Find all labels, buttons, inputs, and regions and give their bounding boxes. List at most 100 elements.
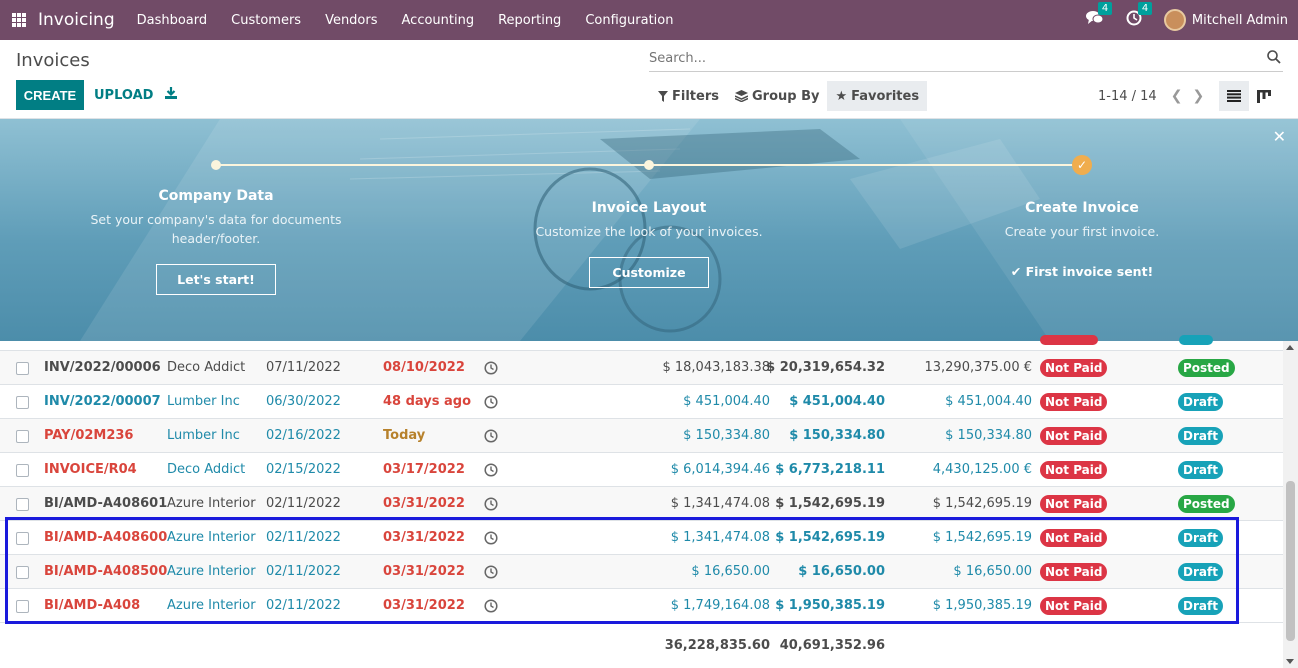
pager-previous-icon[interactable]: ❮ bbox=[1171, 88, 1183, 104]
table-row[interactable]: INV/2022/00006 Deco Addict 07/11/2022 08/10… bbox=[0, 351, 1283, 385]
menu-dashboard[interactable]: Dashboard bbox=[137, 13, 208, 28]
table-row[interactable]: INV/2022/00007 Lumber Inc 06/30/2022 48 day… bbox=[0, 385, 1283, 419]
payment-status-badge: Not Paid bbox=[1040, 359, 1108, 377]
activity-clock-icon[interactable] bbox=[484, 531, 498, 545]
pager: 1-14 / 14 ❮ ❯ bbox=[1098, 88, 1204, 104]
activity-clock-icon[interactable] bbox=[484, 463, 498, 477]
partner-name: Azure Interior bbox=[167, 496, 256, 511]
scroll-up-icon[interactable] bbox=[1286, 345, 1294, 350]
partner-name: Deco Addict bbox=[167, 360, 246, 375]
favorites-button[interactable]: ★ Favorites bbox=[827, 81, 928, 111]
step-title: Company Data bbox=[158, 188, 274, 204]
list-view-button[interactable] bbox=[1219, 81, 1249, 111]
app-name[interactable]: Invoicing bbox=[38, 10, 115, 30]
partner-name: Deco Addict bbox=[167, 462, 246, 477]
table-row[interactable]: PAY/02M236 Lumber Inc 02/16/2022 Today $ 150… bbox=[0, 419, 1283, 453]
row-checkbox[interactable] bbox=[16, 464, 29, 477]
user-avatar[interactable] bbox=[1163, 9, 1186, 31]
invoice-date: 02/11/2022 bbox=[266, 564, 341, 579]
upload-button[interactable]: UPLOAD bbox=[94, 80, 153, 110]
status-badge: Draft bbox=[1178, 563, 1223, 581]
onboarding-banner: ✕ ✓ Company Data Set your company's data… bbox=[0, 119, 1298, 341]
table-row[interactable]: BI/AMD-A408600 Azure Interior 02/11/2022 03… bbox=[0, 521, 1283, 555]
payment-status-badge: Not Paid bbox=[1040, 495, 1108, 513]
status-badge: Draft bbox=[1178, 461, 1223, 479]
total-signed-amount: $ 1,542,695.19 bbox=[932, 496, 1032, 511]
user-name[interactable]: Mitchell Admin bbox=[1192, 13, 1288, 28]
groupby-label: Group By bbox=[751, 88, 820, 104]
groupby-button[interactable]: Group By bbox=[727, 81, 827, 111]
row-checkbox[interactable] bbox=[16, 396, 29, 409]
table-row[interactable]: BI/AMD-A408 Azure Interior 02/11/2022 03/31… bbox=[0, 589, 1283, 623]
row-checkbox[interactable] bbox=[16, 532, 29, 545]
menu-vendors[interactable]: Vendors bbox=[325, 13, 377, 28]
payment-status-badge: Not Paid bbox=[1040, 461, 1108, 479]
step-title: Invoice Layout bbox=[591, 200, 707, 216]
pager-value[interactable]: 1-14 / 14 bbox=[1098, 89, 1157, 104]
step-done-label: First invoice sent! bbox=[1025, 264, 1154, 279]
activities-button[interactable]: 4 bbox=[1126, 2, 1153, 30]
star-icon: ★ bbox=[835, 88, 848, 104]
view-switcher bbox=[1219, 81, 1279, 111]
status-badge: Draft bbox=[1178, 597, 1223, 615]
filters-label: Filters bbox=[672, 88, 719, 104]
close-banner-icon[interactable]: ✕ bbox=[1273, 127, 1286, 146]
menu-customers[interactable]: Customers bbox=[231, 13, 301, 28]
vertical-scrollbar[interactable] bbox=[1283, 341, 1298, 668]
scroll-thumb[interactable] bbox=[1286, 481, 1295, 641]
activity-clock-icon[interactable] bbox=[484, 395, 498, 409]
pager-next-icon[interactable]: ❯ bbox=[1192, 88, 1204, 104]
invoice-number: BI/AMD-A408 bbox=[44, 598, 141, 613]
menu-configuration[interactable]: Configuration bbox=[585, 13, 673, 28]
apps-menu-icon[interactable] bbox=[12, 13, 26, 27]
total-amount: $ 150,334.80 bbox=[789, 428, 885, 443]
lets-start-button[interactable]: Let's start! bbox=[156, 264, 276, 295]
table-row[interactable]: INVOICE/R04 Deco Addict 02/15/2022 03/17/20… bbox=[0, 453, 1283, 487]
row-checkbox[interactable] bbox=[16, 600, 29, 613]
invoice-number: BI/AMD-A408600 bbox=[44, 530, 168, 545]
invoice-number: INV/2022/00006 bbox=[44, 360, 161, 375]
activity-clock-icon[interactable] bbox=[484, 565, 498, 579]
step-company-data: Company Data Set your company's data for… bbox=[86, 188, 346, 295]
activities-count-badge: 4 bbox=[1137, 2, 1153, 15]
partner-name: Azure Interior bbox=[167, 598, 256, 613]
activity-clock-icon[interactable] bbox=[484, 497, 498, 511]
search-icon[interactable] bbox=[1267, 50, 1281, 64]
scroll-down-icon[interactable] bbox=[1286, 659, 1294, 664]
partner-name: Azure Interior bbox=[167, 564, 256, 579]
total-amount-sum: 40,691,352.96 bbox=[779, 638, 885, 653]
row-checkbox[interactable] bbox=[16, 566, 29, 579]
activity-clock-icon[interactable] bbox=[484, 361, 498, 375]
download-icon[interactable] bbox=[164, 86, 180, 102]
total-signed-amount: 13,290,375.00 € bbox=[924, 360, 1032, 375]
kanban-view-button[interactable] bbox=[1249, 81, 1279, 111]
invoice-number: BI/AMD-A408500 bbox=[44, 564, 168, 579]
customize-button[interactable]: Customize bbox=[589, 257, 709, 288]
messages-button[interactable]: 4 bbox=[1085, 2, 1113, 30]
activity-clock-icon[interactable] bbox=[484, 599, 498, 613]
filters-button[interactable]: Filters bbox=[650, 81, 727, 111]
total-signed-amount: $ 1,950,385.19 bbox=[932, 598, 1032, 613]
step-done-check-icon: ✓ bbox=[1072, 155, 1092, 175]
menu-reporting[interactable]: Reporting bbox=[498, 13, 561, 28]
table-row[interactable]: BI/AMD-A408601 Azure Interior 02/11/2022 03… bbox=[0, 487, 1283, 521]
due-date: 03/31/2022 bbox=[383, 564, 465, 579]
total-amount: $ 451,004.40 bbox=[789, 394, 885, 409]
invoice-date: 02/15/2022 bbox=[266, 462, 341, 477]
step-done-status: ✔ First invoice sent! bbox=[952, 264, 1212, 279]
create-button[interactable]: CREATE bbox=[16, 80, 84, 110]
invoice-date: 07/11/2022 bbox=[266, 360, 341, 375]
total-amount: $ 6,773,218.11 bbox=[775, 462, 885, 477]
menu-accounting[interactable]: Accounting bbox=[402, 13, 475, 28]
table-row[interactable]: BI/AMD-A408500 Azure Interior 02/11/2022 03… bbox=[0, 555, 1283, 589]
search-input[interactable] bbox=[649, 46, 1249, 70]
filter-icon bbox=[658, 90, 668, 102]
total-amount: $ 1,950,385.19 bbox=[775, 598, 885, 613]
row-checkbox[interactable] bbox=[16, 362, 29, 375]
due-date: 48 days ago bbox=[383, 394, 472, 409]
row-checkbox[interactable] bbox=[16, 498, 29, 511]
table-row-partial bbox=[0, 335, 1283, 351]
row-checkbox[interactable] bbox=[16, 430, 29, 443]
step-dot-2 bbox=[644, 160, 654, 170]
activity-clock-icon[interactable] bbox=[484, 429, 498, 443]
